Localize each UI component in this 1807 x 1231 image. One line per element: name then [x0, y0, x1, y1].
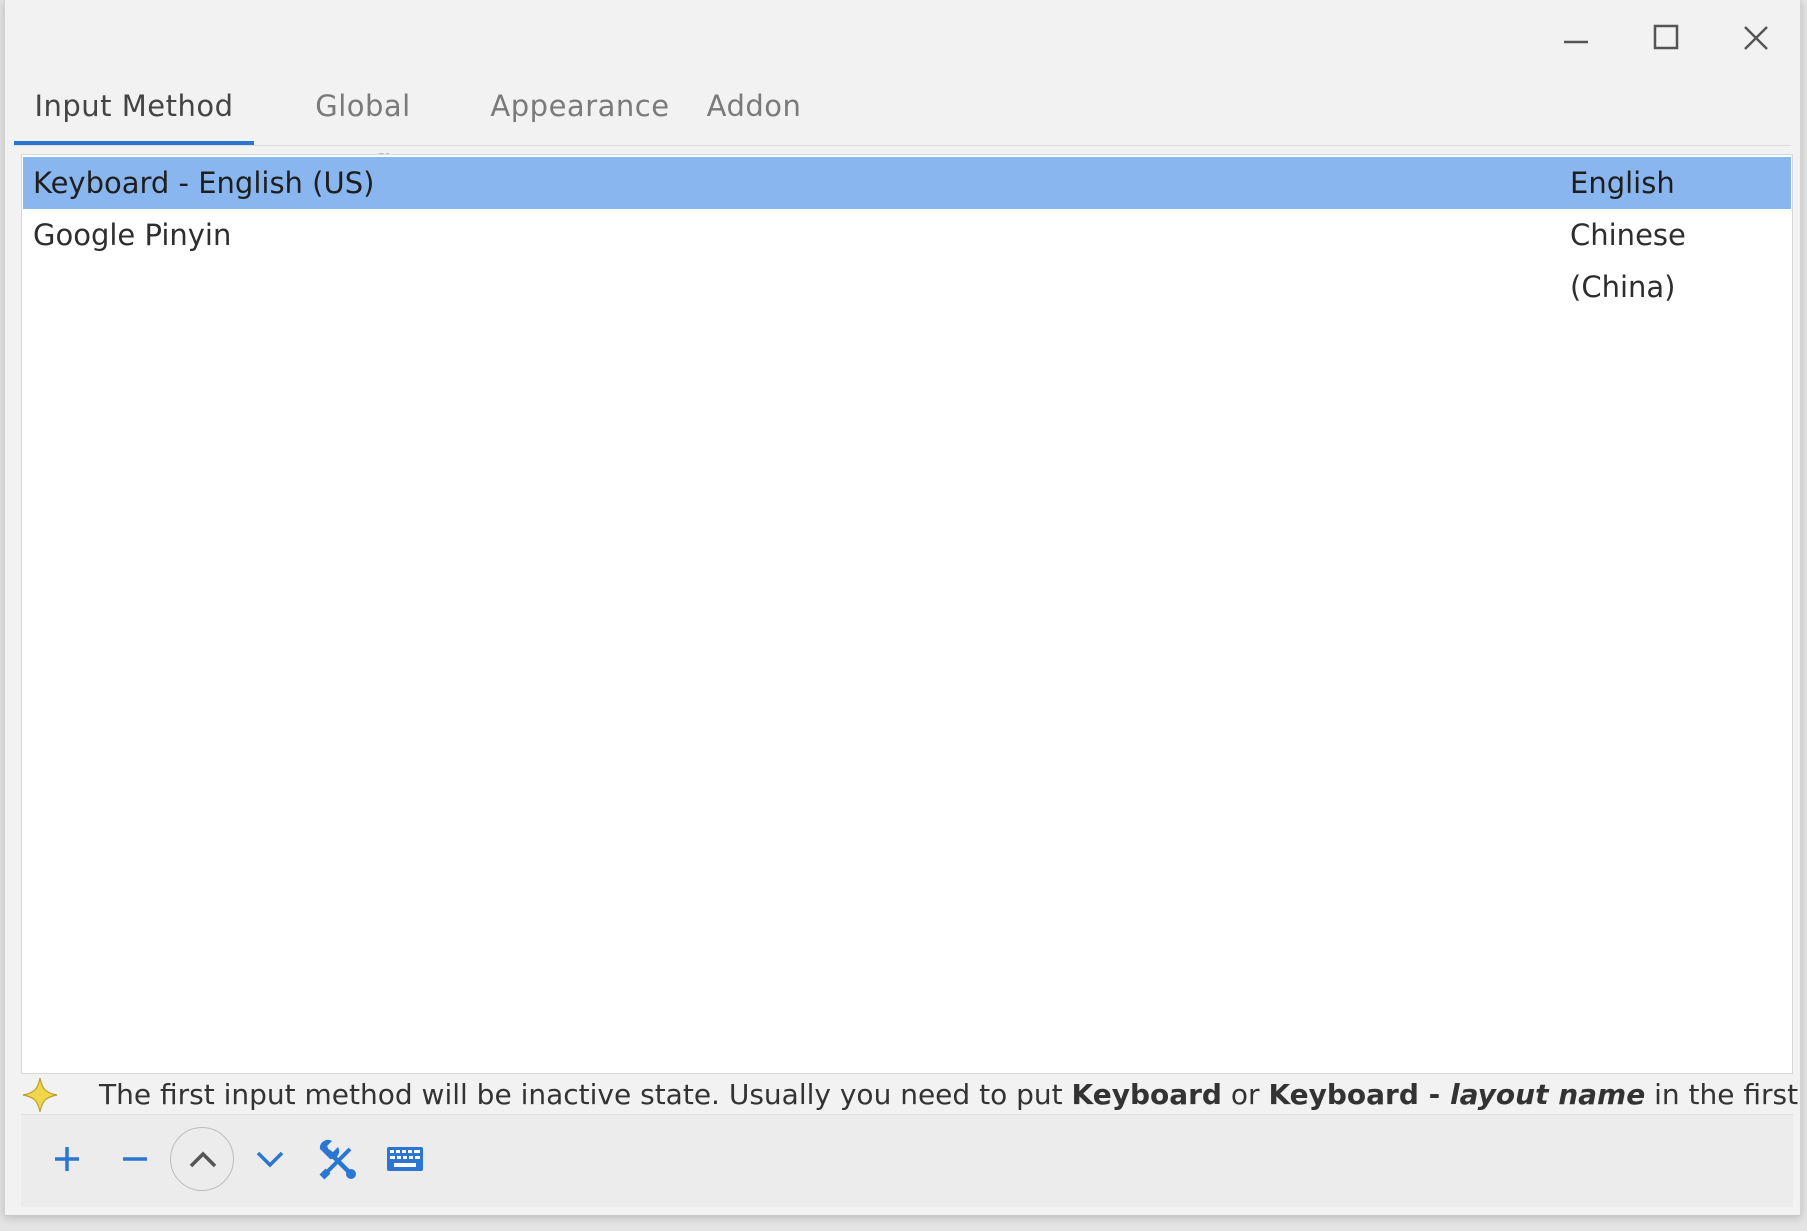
tab-appearance[interactable]: Appearance [488, 76, 672, 145]
list-item[interactable]: Keyboard - English (US) English [23, 157, 1791, 209]
move-down-button[interactable] [238, 1127, 302, 1191]
hint-text-part: in the first place. [1654, 1078, 1807, 1111]
list-item[interactable]: Google Pinyin Chinese (China) [23, 209, 1791, 304]
move-up-icon [189, 1151, 217, 1168]
minimize-icon [1564, 40, 1588, 44]
remove-button[interactable] [103, 1127, 167, 1191]
input-method-list[interactable]: Keyboard - English (US) English Google P… [21, 154, 1793, 1074]
hint-bold-keyboard: Keyboard [1071, 1078, 1222, 1111]
hint-bold-keyboard-dash: Keyboard - [1268, 1078, 1451, 1111]
input-method-name: Google Pinyin [33, 218, 232, 252]
hint-text: The first input method will be inactive … [99, 1074, 1807, 1116]
hint-layout-name: layout name [1450, 1078, 1646, 1111]
tab-addon[interactable]: Addon [700, 76, 808, 145]
maximize-icon [1653, 24, 1679, 50]
hint-message: The first input method will be inactive … [21, 1074, 1807, 1116]
star-hint-icon [22, 1077, 58, 1113]
close-icon [1744, 26, 1768, 50]
keyboard-layout-icon [387, 1147, 423, 1171]
hint-text-part: The first input method will be inactive … [99, 1078, 1072, 1111]
maximize-button[interactable] [1646, 18, 1686, 58]
move-up-button[interactable] [170, 1127, 234, 1191]
configure-button[interactable] [306, 1127, 370, 1191]
keyboard-layout-button[interactable] [373, 1127, 437, 1191]
input-method-name: Keyboard - English (US) [33, 166, 375, 200]
close-button[interactable] [1736, 18, 1776, 58]
fcitx-config-window: Input Method Global Config Appearance Ad… [4, 0, 1807, 1216]
add-button[interactable] [35, 1127, 99, 1191]
tab-global-config[interactable]: Global Config [268, 76, 458, 183]
configure-icon [319, 1139, 356, 1180]
hint-text-part: or [1221, 1078, 1269, 1111]
tab-input-method[interactable]: Input Method [14, 76, 254, 145]
move-down-icon [256, 1151, 284, 1168]
remove-icon [123, 1157, 147, 1161]
add-icon [55, 1147, 79, 1171]
tab-bar: Input Method Global Config Appearance Ad… [14, 76, 1791, 183]
input-method-language: Chinese (China) [1570, 218, 1686, 304]
list-toolbar [21, 1114, 1793, 1207]
minimize-button[interactable] [1556, 18, 1596, 58]
input-method-language: English [1570, 166, 1675, 200]
